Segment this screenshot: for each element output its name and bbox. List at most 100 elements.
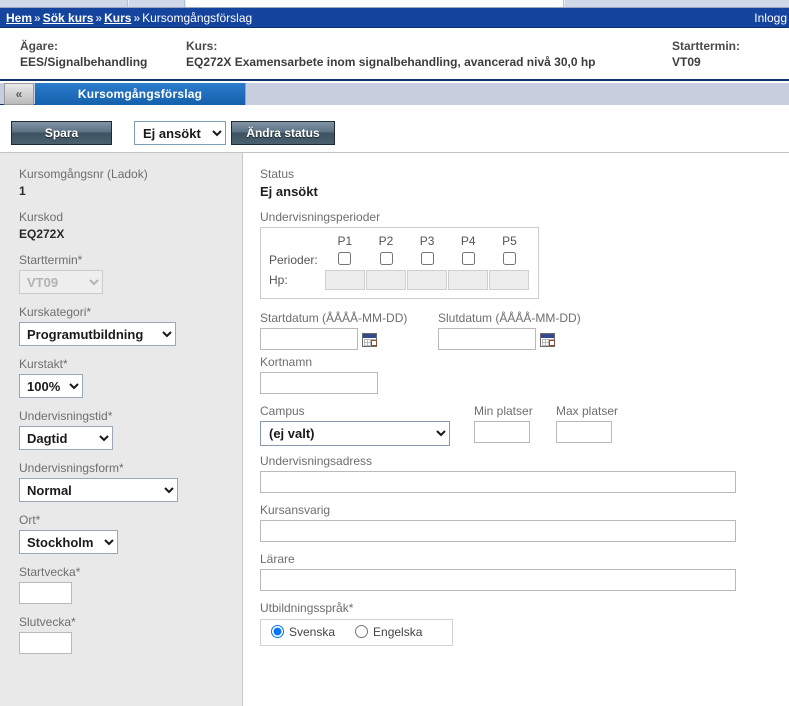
period-checkbox-p5[interactable]: [502, 252, 516, 265]
field-ort: Ort* Stockholm: [19, 513, 242, 554]
period-cell-p4: [448, 251, 489, 269]
toolbar: [0, 105, 789, 153]
period-checkbox-p3[interactable]: [420, 252, 434, 265]
period-cell-p3: [407, 251, 448, 269]
undervisningsadress-label: Undervisningsadress: [260, 454, 373, 468]
hp-cell-p1: [324, 269, 365, 291]
kortnamn-label: Kortnamn: [260, 355, 313, 369]
breadcrumb-item-sok-kurs[interactable]: Sök kurs: [43, 11, 94, 25]
kursansvarig-label: Kursansvarig: [260, 503, 331, 517]
larare-label: Lärare: [260, 552, 295, 566]
startdatum-label: Startdatum (ÅÅÅÅ-MM-DD): [260, 311, 408, 325]
date-fields-row: Startdatum (ÅÅÅÅ-MM-DD) Slutdatum (ÅÅÅÅ-…: [260, 311, 789, 351]
min-platser-label: Min platser: [474, 404, 533, 418]
period-cell-p1: [324, 251, 365, 269]
undervisningstid-label: Undervisningstid*: [19, 409, 113, 423]
breadcrumb-item-hem[interactable]: Hem: [6, 11, 32, 25]
language-option-svenska[interactable]: Svenska: [271, 625, 335, 639]
calendar-icon[interactable]: [362, 332, 377, 347]
breadcrumb-item-current: Kursomgångsförslag: [142, 11, 253, 25]
course-term-value: VT09: [672, 55, 701, 69]
slutvecka-input[interactable]: [19, 632, 72, 654]
field-kortnamn: Kortnamn: [260, 355, 789, 394]
save-button[interactable]: Spara: [11, 121, 112, 145]
min-platser-input[interactable]: [474, 421, 530, 443]
browser-tab-stub-active[interactable]: [186, 0, 564, 7]
kursomgangsnr-label: Kursomgångsnr (Ladok): [19, 167, 148, 181]
hp-cell-p4: [448, 269, 489, 291]
periods-corner-cell: [269, 233, 324, 251]
field-undervisningstid: Undervisningstid* Dagtid: [19, 409, 242, 450]
slutdatum-input[interactable]: [438, 328, 536, 350]
max-platser-label: Max platser: [556, 404, 619, 418]
language-option-engelska[interactable]: Engelska: [355, 625, 422, 639]
tab-strip-empty-area: [245, 83, 789, 105]
starttermin-label: Starttermin*: [19, 253, 83, 267]
period-checkbox-p4[interactable]: [461, 252, 475, 265]
undervisningsperioder-box: P1 P2 P3 P4 P5 Perioder: Hp:: [260, 227, 539, 299]
slutvecka-label: Slutvecka*: [19, 615, 76, 629]
kurstakt-label: Kurstakt*: [19, 357, 68, 371]
course-owner-value: EES/Signalbehandling: [20, 55, 148, 69]
kurskategori-select[interactable]: Programutbildning: [19, 322, 176, 346]
language-radio-svenska[interactable]: [271, 625, 284, 638]
periods-header-row: P1 P2 P3 P4 P5: [269, 233, 530, 251]
field-undervisningsform: Undervisningsform* Normal: [19, 461, 242, 502]
utbildningssprak-radio-group: Svenska Engelska: [260, 619, 454, 646]
breadcrumb-separator: »: [133, 11, 141, 25]
course-owner-block: Ägare: EES/Signalbehandling: [20, 38, 147, 70]
kurskod-value: EQ272X: [19, 227, 65, 241]
language-label-engelska: Engelska: [373, 625, 423, 639]
hp-cell-p5: [489, 269, 530, 291]
status-select[interactable]: Ej ansökt: [134, 121, 226, 145]
field-min-platser: Min platser: [474, 404, 533, 443]
browser-tab-stub[interactable]: [0, 0, 128, 7]
campus-row: Campus (ej valt) Min platser Max platser: [260, 404, 789, 446]
kurskategori-label: Kurskategori*: [19, 305, 92, 319]
periods-checkbox-row: Perioder:: [269, 251, 530, 269]
field-startvecka: Startvecka*: [19, 565, 242, 604]
field-campus: Campus (ej valt): [260, 404, 450, 446]
kortnamn-input[interactable]: [260, 372, 378, 394]
language-radio-engelska[interactable]: [355, 625, 369, 638]
calendar-icon[interactable]: [540, 332, 555, 347]
breadcrumb-bar: Hem» Sök kurs» Kurs» Kursomgångsförslag Inl…: [0, 8, 789, 28]
max-platser-input[interactable]: [556, 421, 612, 443]
starttermin-select: VT09: [19, 270, 103, 294]
period-cell-p2: [365, 251, 406, 269]
larare-input[interactable]: [260, 569, 736, 591]
field-slutdatum: Slutdatum (ÅÅÅÅ-MM-DD): [438, 311, 581, 350]
course-value: EQ272X Examensarbete inom signalbehandli…: [186, 55, 596, 69]
tab-kursomgangsforslag[interactable]: Kursomgångsförslag: [35, 83, 245, 105]
browser-tab-stub[interactable]: [565, 0, 789, 7]
status-label: Status: [260, 167, 295, 181]
ort-select[interactable]: Stockholm: [19, 530, 118, 554]
breadcrumb-item-kurs[interactable]: Kurs: [104, 11, 131, 25]
field-kurskod: Kurskod EQ272X: [19, 210, 242, 242]
browser-chrome: [0, 0, 789, 8]
change-status-button[interactable]: Ändra status: [231, 121, 335, 145]
undervisningstid-select[interactable]: Dagtid: [19, 426, 113, 450]
breadcrumb-separator: »: [34, 11, 41, 25]
undervisningsform-label: Undervisningsform*: [19, 461, 124, 475]
login-status[interactable]: Inlogg: [754, 11, 787, 25]
campus-select[interactable]: (ej valt): [260, 421, 450, 446]
hp-input-p4: [448, 270, 489, 290]
field-slutvecka: Slutvecka*: [19, 615, 242, 654]
browser-tab-stub[interactable]: [129, 0, 185, 7]
kursansvarig-input[interactable]: [260, 520, 736, 542]
field-kursansvarig: Kursansvarig: [260, 503, 789, 542]
kurstakt-select[interactable]: 100%: [19, 374, 83, 398]
startdatum-input[interactable]: [260, 328, 358, 350]
kursomgangsnr-value: 1: [19, 184, 26, 198]
hp-input-p5: [489, 270, 530, 290]
period-checkbox-p1[interactable]: [338, 252, 352, 265]
collapse-sidebar-button[interactable]: «: [4, 83, 34, 105]
period-checkbox-p2[interactable]: [379, 252, 393, 265]
startvecka-input[interactable]: [19, 582, 72, 604]
breadcrumb: Hem» Sök kurs» Kurs» Kursomgångsförslag: [6, 11, 252, 25]
field-status: Status Ej ansökt: [260, 167, 789, 200]
undervisningsadress-input[interactable]: [260, 471, 736, 493]
undervisningsform-select[interactable]: Normal: [19, 478, 178, 502]
hp-input-p2: [366, 270, 407, 290]
